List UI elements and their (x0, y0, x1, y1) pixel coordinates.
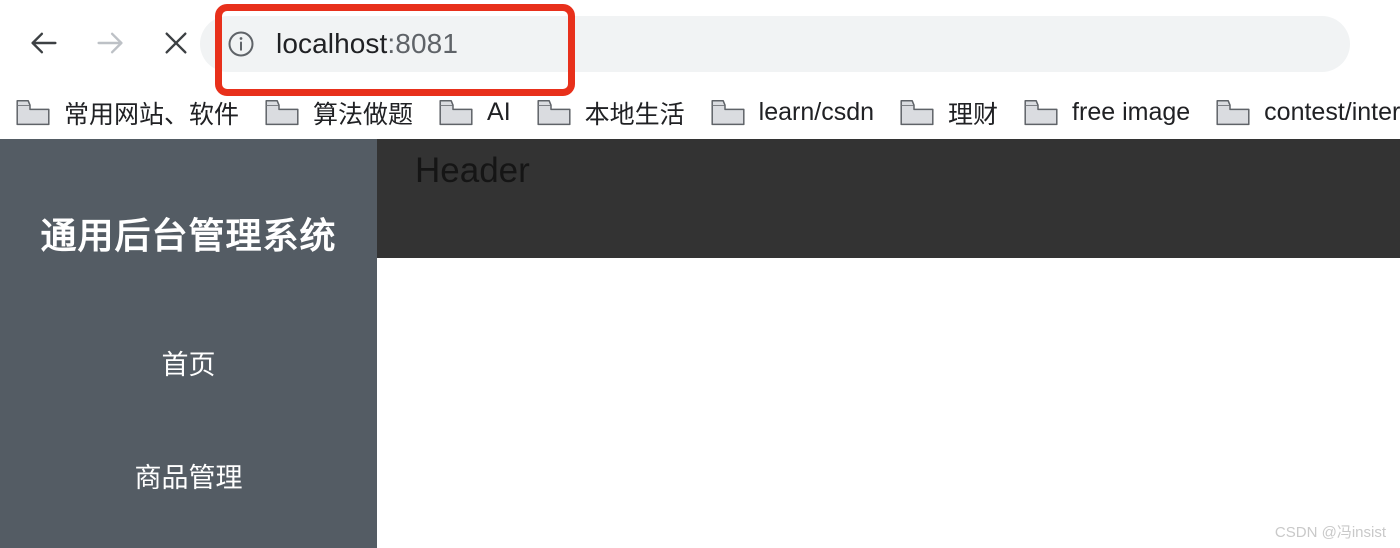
stop-loading-button[interactable] (148, 15, 204, 71)
bookmark-label: 常用网站、软件 (64, 100, 240, 129)
bookmarks-bar: 常用网站、软件 算法做题 AI 本地生活 learn/csdn 理财 free … (0, 86, 1400, 139)
url-host: localhost (276, 28, 388, 59)
page-viewport: 通用后台管理系统 首页 商品管理 Header CSDN @冯insist (0, 139, 1400, 548)
sidebar-item-product-management[interactable]: 商品管理 (0, 456, 377, 495)
bookmark-item[interactable]: 本地生活 (537, 95, 685, 131)
folder-icon (1216, 100, 1250, 126)
bookmark-item[interactable]: contest/intervie (1216, 98, 1400, 127)
url-port: :8081 (387, 28, 458, 59)
bookmark-item[interactable]: 理财 (900, 95, 998, 131)
bookmark-label: contest/intervie (1264, 98, 1400, 126)
bookmark-item[interactable]: free image (1024, 98, 1190, 127)
arrow-right-icon (97, 32, 123, 54)
bookmark-label: 算法做题 (313, 100, 414, 129)
folder-icon (265, 100, 299, 126)
bookmark-item[interactable]: learn/csdn (711, 98, 874, 127)
forward-button[interactable] (82, 15, 138, 71)
bookmark-item[interactable]: 算法做题 (265, 95, 413, 131)
bookmark-label: AI (487, 98, 511, 126)
address-bar[interactable]: localhost:8081 (200, 16, 1350, 72)
folder-icon (537, 100, 571, 126)
arrow-left-icon (31, 32, 57, 54)
folder-icon (16, 100, 50, 126)
header-title: Header (415, 151, 530, 190)
folder-icon (439, 100, 473, 126)
sidebar-item-home[interactable]: 首页 (0, 343, 377, 382)
close-x-icon (165, 32, 187, 54)
folder-icon (711, 100, 745, 126)
back-button[interactable] (16, 15, 72, 71)
bookmark-label: 本地生活 (584, 100, 685, 129)
folder-icon (900, 100, 934, 126)
app-main-content (377, 258, 1400, 548)
bookmark-item[interactable]: AI (439, 98, 511, 127)
bookmark-item[interactable]: 常用网站、软件 (16, 95, 239, 131)
folder-icon (1024, 100, 1058, 126)
app-sidebar: 通用后台管理系统 首页 商品管理 (0, 139, 377, 548)
url-text: localhost:8081 (276, 28, 458, 60)
info-circle-icon[interactable] (226, 29, 256, 59)
browser-chrome: localhost:8081 常用网站、软件 算法做题 AI 本地生活 lear… (0, 0, 1400, 139)
watermark: CSDN @冯insist (1274, 524, 1386, 541)
bookmark-label: learn/csdn (758, 98, 875, 126)
bookmark-label: 理财 (948, 100, 999, 129)
app-header: Header (377, 139, 1400, 258)
sidebar-title: 通用后台管理系统 (40, 215, 337, 256)
bookmark-label: free image (1072, 98, 1191, 126)
